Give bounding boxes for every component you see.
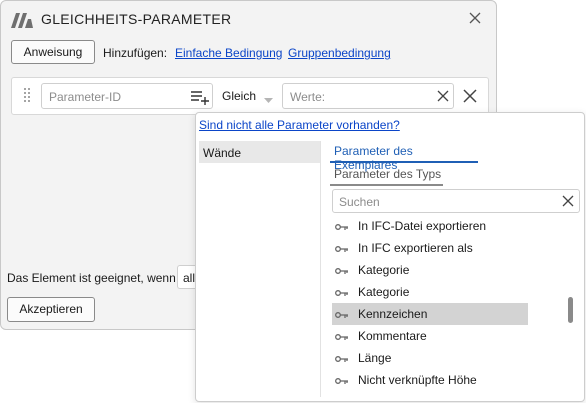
remove-condition-icon[interactable]	[462, 88, 478, 107]
drag-handle-icon[interactable]	[23, 87, 31, 108]
key-icon	[335, 352, 349, 366]
dialog-title: GLEICHHEITS-PARAMETER	[41, 11, 232, 27]
key-icon	[335, 242, 349, 256]
close-icon[interactable]	[467, 10, 483, 26]
missing-parameters-link[interactable]: Sind nicht alle Parameter vorhanden?	[199, 118, 400, 132]
key-icon	[335, 264, 349, 278]
list-item[interactable]: Kategorie	[332, 259, 528, 281]
category-item-walls[interactable]: Wände	[199, 141, 320, 163]
list-item[interactable]: Nicht verknüpfte Höhe	[332, 369, 528, 391]
accept-button[interactable]: Akzeptieren	[7, 297, 95, 322]
list-scrollbar[interactable]	[568, 297, 573, 323]
key-icon	[335, 330, 349, 344]
parameter-list: In IFC-Datei exportieren In IFC exportie…	[299, 215, 579, 395]
list-item-selected[interactable]: Kennzeichen	[332, 303, 528, 325]
parameter-popup: Sind nicht alle Parameter vorhanden? Wän…	[195, 112, 585, 402]
list-item-label: Kommentare	[358, 329, 427, 343]
operator-value: Gleich	[222, 89, 257, 103]
add-group-condition-link[interactable]: Gruppenbedingung	[288, 46, 391, 60]
list-item-label: Länge	[358, 351, 392, 365]
assign-button[interactable]: Anweisung	[11, 40, 95, 64]
app-logo-icon	[10, 11, 34, 32]
list-item-label: In IFC exportieren als	[358, 241, 473, 255]
tab-instance-parameters[interactable]: Parameter des Exemplares	[330, 141, 478, 172]
key-icon	[335, 286, 349, 300]
list-item[interactable]: In IFC exportieren als	[332, 237, 528, 259]
key-icon	[335, 220, 349, 234]
title-bar: GLEICHHEITS-PARAMETER	[1, 1, 496, 37]
list-add-icon[interactable]	[190, 89, 210, 108]
category-item-label: Wände	[203, 146, 242, 160]
list-item[interactable]: Kommentare	[332, 325, 528, 347]
eligible-label: Das Element ist geeignet, wenn	[7, 271, 176, 285]
list-item-label: Kategorie	[358, 263, 410, 277]
list-item-label: Kategorie	[358, 285, 410, 299]
parameter-id-placeholder: Parameter-ID	[49, 90, 122, 104]
clear-search-icon[interactable]	[562, 195, 574, 210]
eligible-value: all	[183, 271, 196, 285]
operator-select[interactable]: Gleich	[222, 89, 256, 103]
parameter-id-field[interactable]: Parameter-ID	[41, 83, 213, 109]
clear-values-icon[interactable]	[437, 90, 449, 105]
list-item[interactable]: Länge	[332, 347, 528, 369]
list-item-label: Nicht verknüpfte Höhe	[358, 373, 477, 387]
list-item[interactable]: Kategorie	[332, 281, 528, 303]
condition-row: Parameter-ID Gleich Werte:	[11, 77, 489, 115]
tab-type-parameters[interactable]: Parameter des Typs	[330, 164, 443, 186]
key-icon	[335, 308, 349, 322]
tab-label: Parameter des Typs	[334, 167, 442, 181]
values-placeholder: Werte:	[290, 90, 326, 104]
values-field[interactable]: Werte:	[282, 83, 454, 109]
search-input[interactable]: Suchen	[332, 189, 580, 213]
search-placeholder: Suchen	[339, 195, 380, 209]
list-item-label: In IFC-Datei exportieren	[358, 219, 487, 233]
key-icon	[335, 374, 349, 388]
add-label: Hinzufügen:	[103, 46, 168, 60]
list-item[interactable]: In IFC-Datei exportieren	[332, 215, 528, 237]
add-simple-condition-link[interactable]: Einfache Bedingung	[175, 46, 282, 60]
chevron-down-icon[interactable]	[264, 93, 273, 107]
list-item-label: Kennzeichen	[358, 307, 428, 321]
